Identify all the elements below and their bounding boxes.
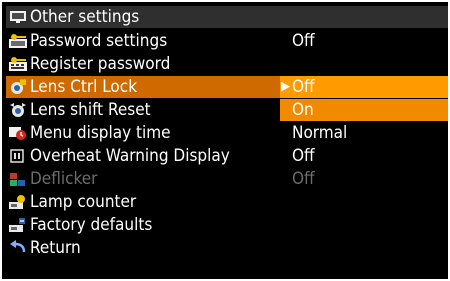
key-keypad-icon — [9, 57, 27, 71]
menu-item-deflicker: Deflicker Off — [6, 168, 448, 190]
clock-icon — [9, 127, 26, 140]
return-arrow-icon — [10, 240, 26, 253]
option-value-highlight[interactable]: On — [280, 99, 448, 121]
menu-item-label: Lamp counter — [30, 192, 137, 212]
menu-title-bar: Other settings — [6, 6, 448, 28]
lens-lock-icon — [11, 79, 26, 94]
menu-item-lens-ctrl-lock[interactable]: Lens Ctrl Lock ▶ Off — [6, 76, 448, 98]
menu-item-label: Menu display time — [30, 123, 171, 143]
lens-shift-icon — [10, 103, 26, 117]
menu-item-label: Return — [30, 238, 81, 258]
menu-item-value: Off — [292, 146, 315, 166]
other-settings-menu: Other settings Password settings Off Reg… — [6, 6, 448, 279]
menu-item-label: Lens Ctrl Lock — [30, 77, 138, 97]
selection-arrow-icon: ▶ — [281, 79, 290, 94]
monitor-icon — [10, 11, 26, 23]
menu-item-lamp-counter[interactable]: Lamp counter — [6, 191, 448, 213]
menu-item-label: Deflicker — [30, 169, 98, 189]
lamp-icon — [9, 195, 25, 209]
key-monitor-icon — [9, 34, 27, 48]
menu-item-overheat-warning-display[interactable]: Overheat Warning Display Off — [6, 145, 448, 167]
menu-item-value: On — [292, 100, 314, 120]
menu-item-menu-display-time[interactable]: Menu display time Normal — [6, 122, 448, 144]
menu-item-label: Overheat Warning Display — [30, 146, 230, 166]
current-value-highlight[interactable]: ▶ Off — [280, 76, 448, 98]
menu-item-value: Normal — [292, 123, 348, 143]
menu-item-value: Off — [292, 169, 315, 189]
menu-item-label: Lens shift Reset — [30, 100, 151, 120]
menu-item-label: Password settings — [30, 31, 168, 51]
menu-item-lens-shift-reset[interactable]: Lens shift Reset On — [6, 99, 448, 121]
menu-item-return[interactable]: Return — [6, 237, 448, 259]
menu-item-label: Factory defaults — [30, 215, 153, 235]
factory-icon — [9, 218, 25, 232]
menu-item-password-settings[interactable]: Password settings Off — [6, 30, 448, 52]
menu-item-label: Register password — [30, 54, 171, 74]
menu-item-value: Off — [292, 77, 315, 97]
menu-item-register-password[interactable]: Register password — [6, 53, 448, 75]
projector-osd-frame: Other settings Password settings Off Reg… — [0, 0, 450, 281]
menu-title: Other settings — [30, 7, 140, 27]
menu-item-factory-defaults[interactable]: Factory defaults — [6, 214, 448, 236]
warning-icon — [10, 149, 24, 163]
deflicker-icon — [10, 173, 25, 186]
menu-item-value: Off — [292, 31, 315, 51]
